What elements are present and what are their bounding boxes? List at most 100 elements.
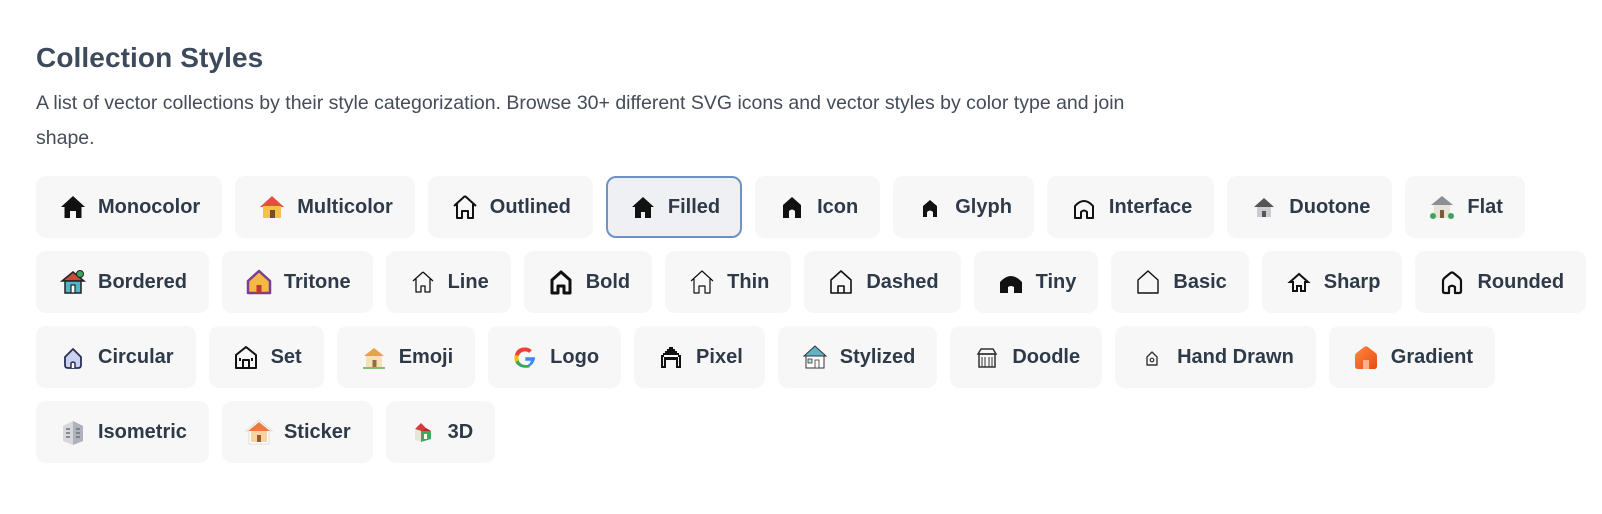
style-chip-filled[interactable]: Filled (605, 176, 743, 238)
house-sticker-icon (244, 418, 273, 446)
style-chip-line[interactable]: Line (385, 251, 511, 313)
house-bold-icon (547, 268, 575, 296)
chip-row: Monocolor Multicolor Outlined Filled Icon Gly… (36, 176, 1576, 238)
style-chip-logo[interactable]: Logo (488, 326, 622, 388)
style-chip-label: Flat (1467, 195, 1503, 218)
house-outlined-icon (451, 193, 479, 221)
house-multicolor-icon (258, 193, 286, 221)
style-chip-label: Line (447, 270, 489, 293)
style-chip-stylized[interactable]: Stylized (777, 326, 938, 388)
style-chip-label: Tiny (1035, 270, 1077, 293)
style-chip-label: Gradient (1390, 345, 1474, 368)
style-chip-emoji[interactable]: Emoji (336, 326, 476, 388)
style-chip-label: Outlined (489, 195, 571, 218)
style-chip-label: Sharp (1323, 270, 1381, 293)
house-filled-icon (629, 193, 657, 221)
house-glyph-icon (916, 193, 944, 221)
style-chip-gradient[interactable]: Gradient (1328, 326, 1496, 388)
style-chip-label: Filled (667, 195, 721, 218)
house-line-icon (409, 268, 437, 296)
house-gradient-icon (1352, 343, 1380, 371)
house-pixel-icon (657, 343, 685, 371)
style-chip-label: Rounded (1477, 270, 1565, 293)
style-chip-dashed[interactable]: Dashed (804, 251, 961, 313)
style-chip-label: Circular (98, 345, 174, 368)
house-bordered-icon (59, 268, 87, 296)
house-basic-icon (1134, 268, 1162, 296)
chip-row: Circular Set Emoji Logo Pixel Stylized Doodle H… (36, 326, 1576, 388)
style-chip-rounded[interactable]: Rounded (1415, 251, 1587, 313)
style-chip-label: Tritone (283, 270, 351, 293)
style-chip-flat[interactable]: Flat (1405, 176, 1525, 238)
style-chip-label: Icon (817, 195, 859, 218)
style-chip-label: Dashed (866, 270, 939, 293)
chip-row: Bordered Tritone Line Bold Thin Dashed Tiny Bas… (36, 251, 1587, 313)
style-chip-bordered[interactable]: Bordered (36, 251, 209, 313)
style-chip-monocolor[interactable]: Monocolor (36, 176, 223, 238)
house-thin-icon (688, 268, 716, 296)
style-chip-outlined[interactable]: Outlined (427, 176, 593, 238)
style-chip-list: Monocolor Multicolor Outlined Filled Icon Gly… (36, 176, 1587, 463)
style-chip-3d[interactable]: 3D (385, 401, 496, 463)
house-set-icon (232, 343, 260, 371)
house-circular-icon (59, 343, 87, 371)
style-chip-label: Logo (550, 345, 600, 368)
style-chip-thin[interactable]: Thin (665, 251, 792, 313)
house-dashed-icon (827, 268, 855, 296)
style-chip-interface[interactable]: Interface (1046, 176, 1215, 238)
house-monocolor-icon (59, 193, 87, 221)
style-chip-label: Isometric (98, 420, 187, 443)
page-title: Collection Styles (36, 42, 264, 73)
style-chip-label: Basic (1173, 270, 1227, 293)
style-chip-icon[interactable]: Icon (755, 176, 881, 238)
style-chip-label: Stylized (839, 345, 916, 368)
style-chip-glyph[interactable]: Glyph (893, 176, 1034, 238)
page-description: A list of vector collections by their st… (36, 92, 1125, 149)
house-rounded-icon (1438, 268, 1466, 296)
style-chip-label: Multicolor (297, 195, 393, 218)
style-chip-circular[interactable]: Circular (36, 326, 196, 388)
style-chip-label: Glyph (955, 195, 1012, 218)
house-flat-icon (1428, 193, 1456, 221)
style-chip-pixel[interactable]: Pixel (634, 326, 765, 388)
house-tiny-icon (997, 268, 1025, 296)
style-chip-label: Sticker (283, 420, 351, 443)
style-chip-tiny[interactable]: Tiny (973, 251, 1099, 313)
building-isometric-icon (59, 418, 87, 446)
style-chip-duotone[interactable]: Duotone (1227, 176, 1393, 238)
style-chip-label: Set (270, 345, 302, 368)
style-chip-doodle[interactable]: Doodle (950, 326, 1103, 388)
house-sharp-icon (1285, 268, 1313, 296)
style-chip-label: Emoji (398, 345, 454, 368)
house-stylized-icon (801, 343, 829, 371)
style-chip-label: Pixel (696, 345, 743, 368)
house-3d-icon (409, 418, 437, 446)
style-chip-bold[interactable]: Bold (523, 251, 653, 313)
style-chip-label: Monocolor (98, 195, 201, 218)
collection-styles-section: Collection Styles A list of vector colle… (36, 38, 1587, 476)
style-chip-label: Hand Drawn (1177, 345, 1294, 368)
style-chip-label: Interface (1108, 195, 1193, 218)
style-chip-isometric[interactable]: Isometric (36, 401, 209, 463)
style-chip-label: Bold (585, 270, 631, 293)
house-doodle-icon (973, 343, 1001, 371)
house-duotone-icon (1250, 193, 1278, 221)
chip-row: Isometric Sticker 3D (36, 401, 1576, 463)
style-chip-label: Duotone (1289, 195, 1371, 218)
style-chip-set[interactable]: Set (208, 326, 324, 388)
house-tritone-icon (245, 268, 273, 296)
style-chip-label: Thin (727, 270, 770, 293)
style-chip-hand-drawn[interactable]: Hand Drawn (1115, 326, 1316, 388)
style-chip-tritone[interactable]: Tritone (221, 251, 373, 313)
style-chip-label: Bordered (98, 270, 187, 293)
house-hand-drawn-icon (1138, 343, 1166, 371)
style-chip-sticker[interactable]: Sticker (221, 401, 373, 463)
style-chip-multicolor[interactable]: Multicolor (235, 176, 415, 238)
style-chip-label: Doodle (1012, 345, 1081, 368)
house-interface-icon (1070, 193, 1098, 221)
style-chip-basic[interactable]: Basic (1111, 251, 1249, 313)
style-chip-label: 3D (447, 420, 474, 443)
style-chip-sharp[interactable]: Sharp (1261, 251, 1403, 313)
house-emoji-icon (360, 343, 388, 371)
google-logo-icon (511, 343, 539, 371)
